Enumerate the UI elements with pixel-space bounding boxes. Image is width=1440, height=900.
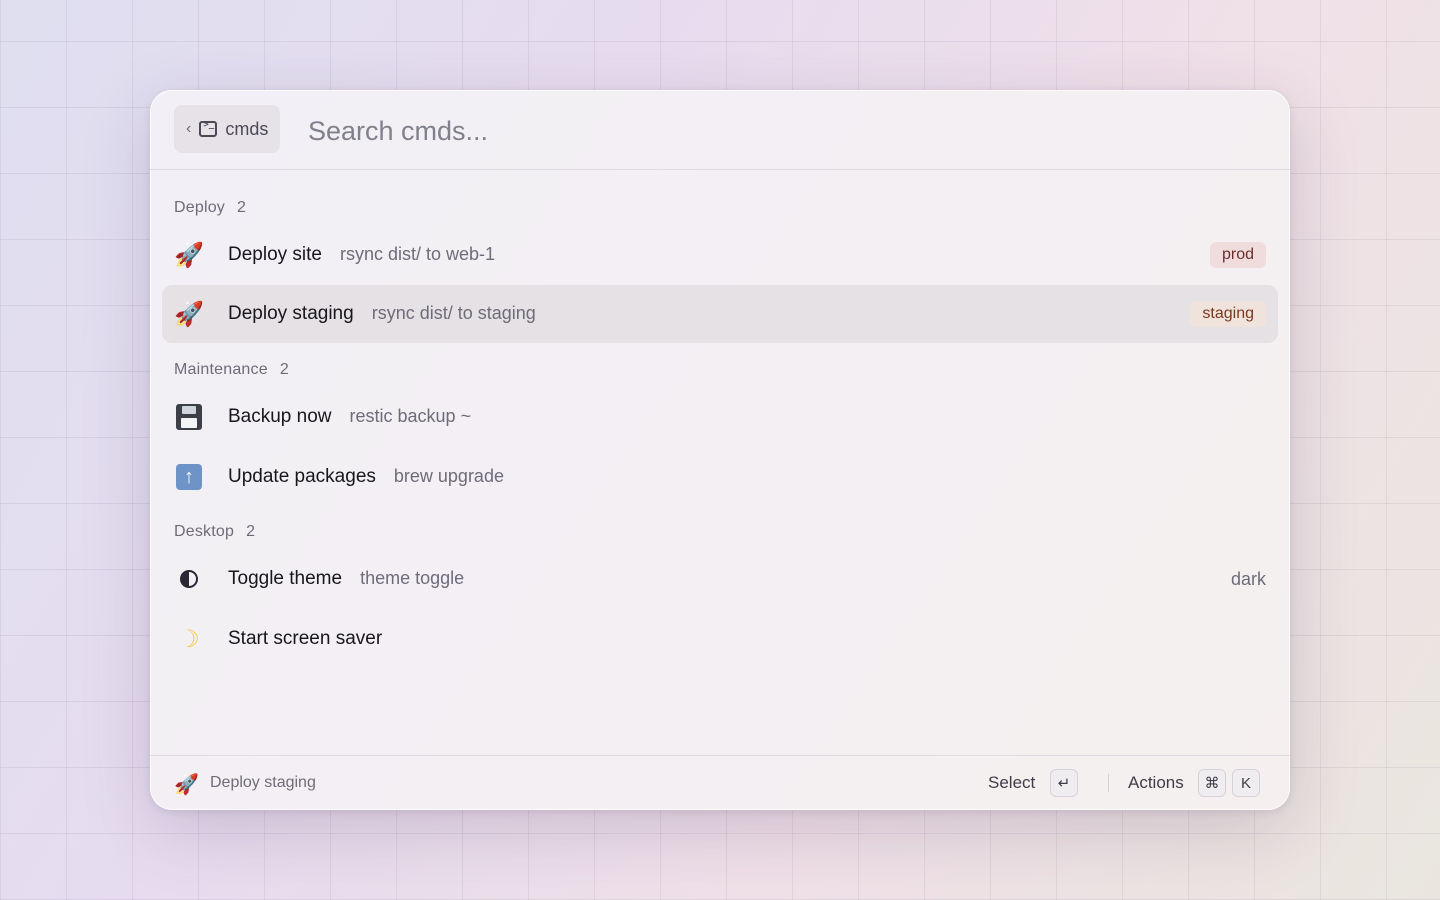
footer-divider [1108,774,1109,792]
list-item-deploy-site[interactable]: 🚀 Deploy site rsync dist/ to web-1 prod [162,226,1278,284]
list-item-start-screen-saver[interactable]: ☽ Start screen saver [162,610,1278,668]
item-subtitle: restic backup ~ [349,406,472,426]
item-title: Update packages [228,466,376,487]
actions-button[interactable]: Actions [1128,773,1184,793]
section-header-desktop: Desktop 2 [174,523,255,541]
terminal-icon [199,120,218,137]
selected-item-title: Deploy staging [210,774,316,791]
item-title: Backup now [228,406,332,427]
item-title: Deploy site [228,244,322,265]
rocket-icon: 🚀 [174,241,204,269]
command-key-hint: ⌘ [1198,769,1226,797]
select-action-label[interactable]: Select [988,773,1035,793]
scope-label: cmds [225,118,269,139]
section-title: Maintenance [174,361,268,378]
item-subtitle: rsync dist/ to web-1 [340,244,496,264]
item-title: Toggle theme [228,568,343,589]
status-badge: staging [1190,301,1266,327]
item-accessory: dark [1230,568,1266,589]
item-subtitle: brew upgrade [393,466,504,486]
section-header-maintenance: Maintenance 2 [174,361,289,379]
rocket-icon: 🚀 [174,300,204,328]
half-circle-icon [174,564,204,594]
item-subtitle: theme toggle [360,568,465,588]
search-input[interactable] [306,110,1210,152]
item-title: Deploy staging [228,303,354,324]
list-item-update-packages[interactable]: ↑ Update packages brew upgrade [162,448,1278,506]
command-palette: ‹ cmds Deploy 2 🚀 Deploy site rsync dist/ … [150,90,1290,810]
status-badge: prod [1209,242,1266,268]
rocket-icon: 🚀 [174,774,199,796]
search-bar: ‹ cmds [150,90,1290,170]
list-item-backup-now[interactable]: Backup now restic backup ~ [162,388,1278,446]
item-subtitle: rsync dist/ to staging [371,303,536,323]
action-bar: 🚀 Deploy staging Select ↵ Actions ⌘ K [150,755,1290,810]
list-item-toggle-theme[interactable]: Toggle theme theme toggle dark [162,550,1278,608]
section-count: 2 [237,199,247,216]
chevron-left-icon: ‹ [186,120,192,137]
section-title: Desktop [174,523,235,540]
moon-icon: ☽ [178,625,200,653]
section-header-deploy: Deploy 2 [174,199,246,217]
enter-key-hint: ↵ [1050,769,1078,797]
section-count: 2 [279,361,289,378]
list-item-deploy-staging[interactable]: 🚀 Deploy staging rsync dist/ to staging s… [162,285,1278,343]
section-title: Deploy [174,199,226,216]
scope-back-button[interactable]: ‹ cmds [174,105,281,153]
item-title: Start screen saver [228,628,383,649]
k-key-hint: K [1232,769,1260,797]
up-arrow-icon: ↑ [174,462,204,492]
floppy-disk-icon [174,402,204,432]
section-count: 2 [246,523,256,540]
